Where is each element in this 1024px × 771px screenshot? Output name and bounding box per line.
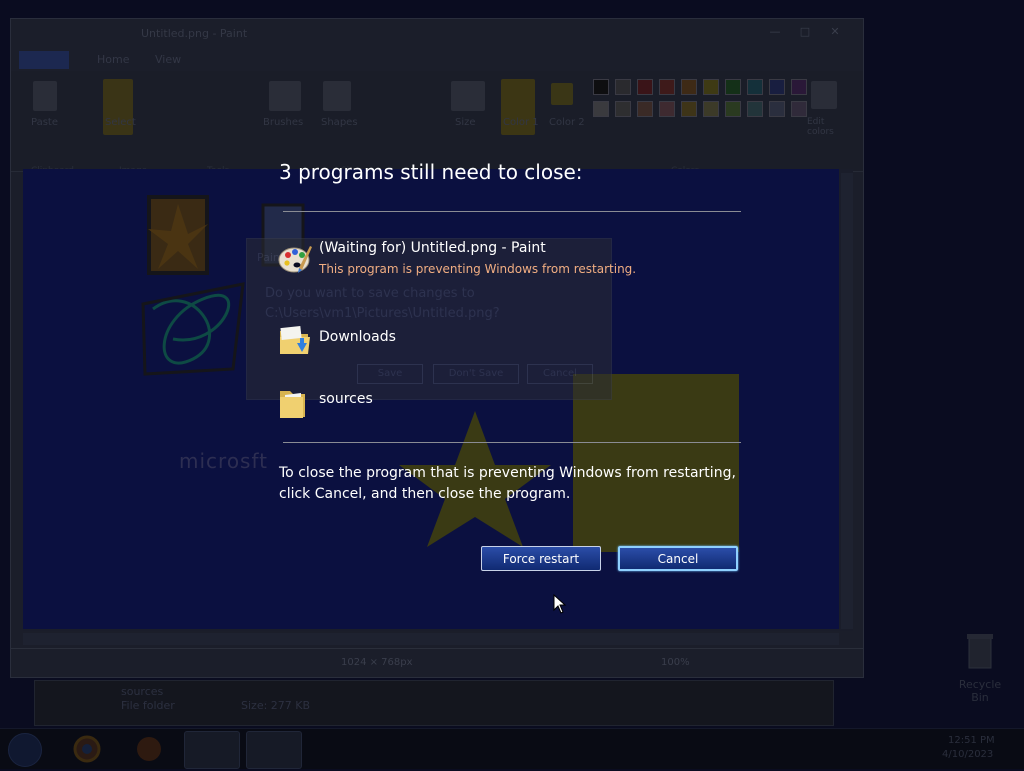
downloads-folder-icon (280, 325, 310, 354)
shutdown-blocking-screen: 3 programs still need to close: (Waiting… (0, 0, 1024, 768)
program-item-downloads: Downloads (277, 323, 577, 359)
program-item-paint: (Waiting for) Untitled.png - Paint This … (277, 240, 677, 280)
folder-icon (280, 391, 305, 418)
program-name: (Waiting for) Untitled.png - Paint (319, 240, 546, 256)
program-warning: This program is preventing Windows from … (319, 262, 637, 276)
page-title: 3 programs still need to close: (279, 160, 583, 184)
cancel-button[interactable]: Cancel (618, 546, 738, 571)
top-divider (283, 211, 741, 212)
program-item-sources: sources (277, 385, 577, 421)
instruction-text: To close the program that is preventing … (279, 465, 736, 502)
mouse-cursor-icon (553, 594, 567, 614)
paint-palette-icon (278, 246, 312, 273)
program-name: sources (319, 391, 373, 407)
force-restart-button[interactable]: Force restart (481, 546, 601, 571)
bottom-divider (283, 442, 741, 443)
program-name: Downloads (319, 329, 396, 345)
